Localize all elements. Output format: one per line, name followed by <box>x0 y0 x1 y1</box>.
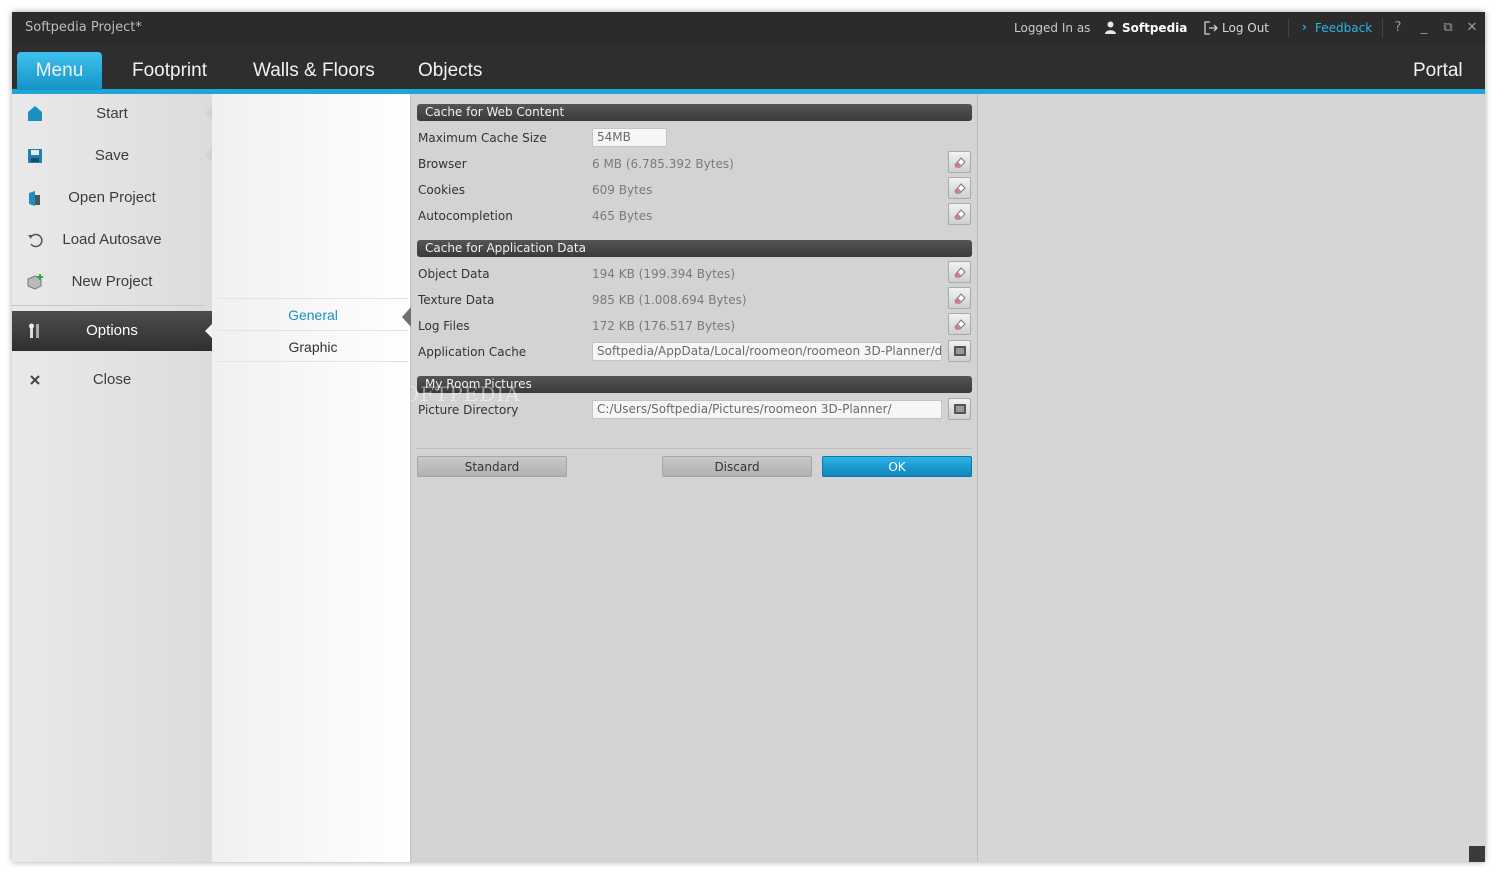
row-label: Browser <box>418 157 467 171</box>
eraser-icon <box>954 157 966 168</box>
discard-button[interactable]: Discard <box>662 456 812 477</box>
menu-item-label: New Project <box>71 273 153 290</box>
feedback-link[interactable]: Feedback <box>1315 21 1372 35</box>
browse-picture-dir-button[interactable] <box>948 398 971 420</box>
empty-workspace <box>978 94 1485 862</box>
ok-button[interactable]: OK <box>822 456 972 477</box>
tab-menu[interactable]: Menu <box>17 52 102 90</box>
menu-divider <box>12 305 204 306</box>
tab-objects[interactable]: Objects <box>402 52 498 90</box>
app-window: Softpedia Project* Logged In as Softpedi… <box>12 12 1485 862</box>
section-header-app-cache: Cache for Application Data <box>417 240 972 257</box>
menu-item-close[interactable]: Close <box>12 360 212 400</box>
menu-item-start[interactable]: Start <box>12 94 212 134</box>
browse-icon <box>954 404 966 414</box>
row-value: 609 Bytes <box>592 183 653 197</box>
row-value: 465 Bytes <box>592 209 653 223</box>
open-folder-icon <box>29 191 40 206</box>
help-button[interactable]: ? <box>1389 18 1407 38</box>
picture-dir-input[interactable]: C:/Users/Softpedia/Pictures/roomeon 3D-P… <box>592 400 942 419</box>
clear-cookies-button[interactable] <box>948 177 971 199</box>
menu-item-save[interactable]: Save <box>12 136 212 176</box>
eraser-icon <box>954 319 966 330</box>
menu-pointer <box>205 324 212 338</box>
menu-item-label: Close <box>92 371 132 388</box>
menu-item-options[interactable]: Options <box>12 311 212 351</box>
chevron-right-icon: › <box>1302 20 1307 34</box>
browse-icon <box>954 346 966 356</box>
max-cache-input[interactable]: 54MB <box>592 128 667 147</box>
main-nav: Menu Footprint Walls & Floors Objects Po… <box>12 44 1485 94</box>
submenu-item-graphic[interactable]: Graphic <box>217 330 409 362</box>
app-cache-path-input[interactable]: Softpedia/AppData/Local/roomeon/roomeon … <box>592 342 942 361</box>
options-panel: Cache for Web Content Maximum Cache Size… <box>388 94 978 862</box>
clear-autocompletion-button[interactable] <box>948 203 971 225</box>
logout-link[interactable]: Log Out <box>1222 21 1269 35</box>
new-project-cube-icon <box>27 274 43 290</box>
max-cache-label: Maximum Cache Size <box>418 131 547 145</box>
clear-object-data-button[interactable] <box>948 261 971 283</box>
row-value: 985 KB (1.008.694 Bytes) <box>592 293 747 307</box>
submenu-pointer <box>402 307 411 327</box>
row-value: 172 KB (176.517 Bytes) <box>592 319 736 333</box>
restore-button[interactable]: ⧉ <box>1439 18 1457 38</box>
tab-footprint[interactable]: Footprint <box>116 52 223 90</box>
logged-in-label: Logged In as <box>1014 21 1091 35</box>
title-bar: Softpedia Project* Logged In as Softpedi… <box>12 12 1485 44</box>
picture-dir-label: Picture Directory <box>418 403 519 417</box>
row-label: Autocompletion <box>418 209 513 223</box>
separator <box>1288 18 1289 38</box>
row-label: Log Files <box>418 319 470 333</box>
row-label: Cookies <box>418 183 465 197</box>
menu-item-label: Load Autosave <box>62 231 162 248</box>
browse-app-cache-button[interactable] <box>948 340 971 362</box>
menu-pointer <box>205 148 212 162</box>
divider <box>417 448 972 449</box>
menu-item-load-autosave[interactable]: Load Autosave <box>12 220 212 260</box>
row-value: 194 KB (199.394 Bytes) <box>592 267 736 281</box>
tools-icon <box>29 323 39 338</box>
close-x-icon <box>30 375 40 385</box>
separator <box>1382 18 1383 38</box>
close-window-button[interactable]: ✕ <box>1463 18 1481 38</box>
eraser-icon <box>954 267 966 278</box>
menu-item-open-project[interactable]: Open Project <box>12 178 212 218</box>
minimize-button[interactable]: _ <box>1415 18 1433 38</box>
undo-arrow-icon <box>28 233 43 248</box>
standard-button[interactable]: Standard <box>417 456 567 477</box>
menu-item-label: Start <box>96 105 128 122</box>
menu-item-new-project[interactable]: New Project <box>12 262 212 302</box>
house-icon <box>28 106 42 121</box>
window-title: Softpedia Project* <box>25 20 142 35</box>
menu-pointer <box>205 106 212 120</box>
clear-log-files-button[interactable] <box>948 313 971 335</box>
logout-icon[interactable] <box>1204 21 1218 35</box>
row-label: Texture Data <box>418 293 495 307</box>
eraser-icon <box>954 209 966 220</box>
submenu-item-general[interactable]: General <box>217 298 409 330</box>
clear-browser-cache-button[interactable] <box>948 151 971 173</box>
row-value: 6 MB (6.785.392 Bytes) <box>592 157 734 171</box>
resize-grip[interactable] <box>1469 846 1485 862</box>
user-icon <box>1105 21 1116 34</box>
user-name[interactable]: Softpedia <box>1122 21 1187 35</box>
tab-walls-floors[interactable]: Walls & Floors <box>237 52 391 90</box>
menu-item-label: Options <box>86 322 138 339</box>
eraser-icon <box>954 293 966 304</box>
main-menu: Start Save Open Project Load Autosave Ne… <box>12 94 212 862</box>
options-submenu: General Graphic <box>212 94 411 862</box>
eraser-icon <box>954 183 966 194</box>
menu-item-label: Open Project <box>68 189 156 206</box>
menu-item-label: Save <box>94 147 130 164</box>
section-header-web-cache: Cache for Web Content <box>417 104 972 121</box>
app-cache-label: Application Cache <box>418 345 527 359</box>
clear-texture-data-button[interactable] <box>948 287 971 309</box>
tab-portal[interactable]: Portal <box>1397 52 1479 90</box>
floppy-disk-icon <box>28 149 42 163</box>
row-label: Object Data <box>418 267 490 281</box>
